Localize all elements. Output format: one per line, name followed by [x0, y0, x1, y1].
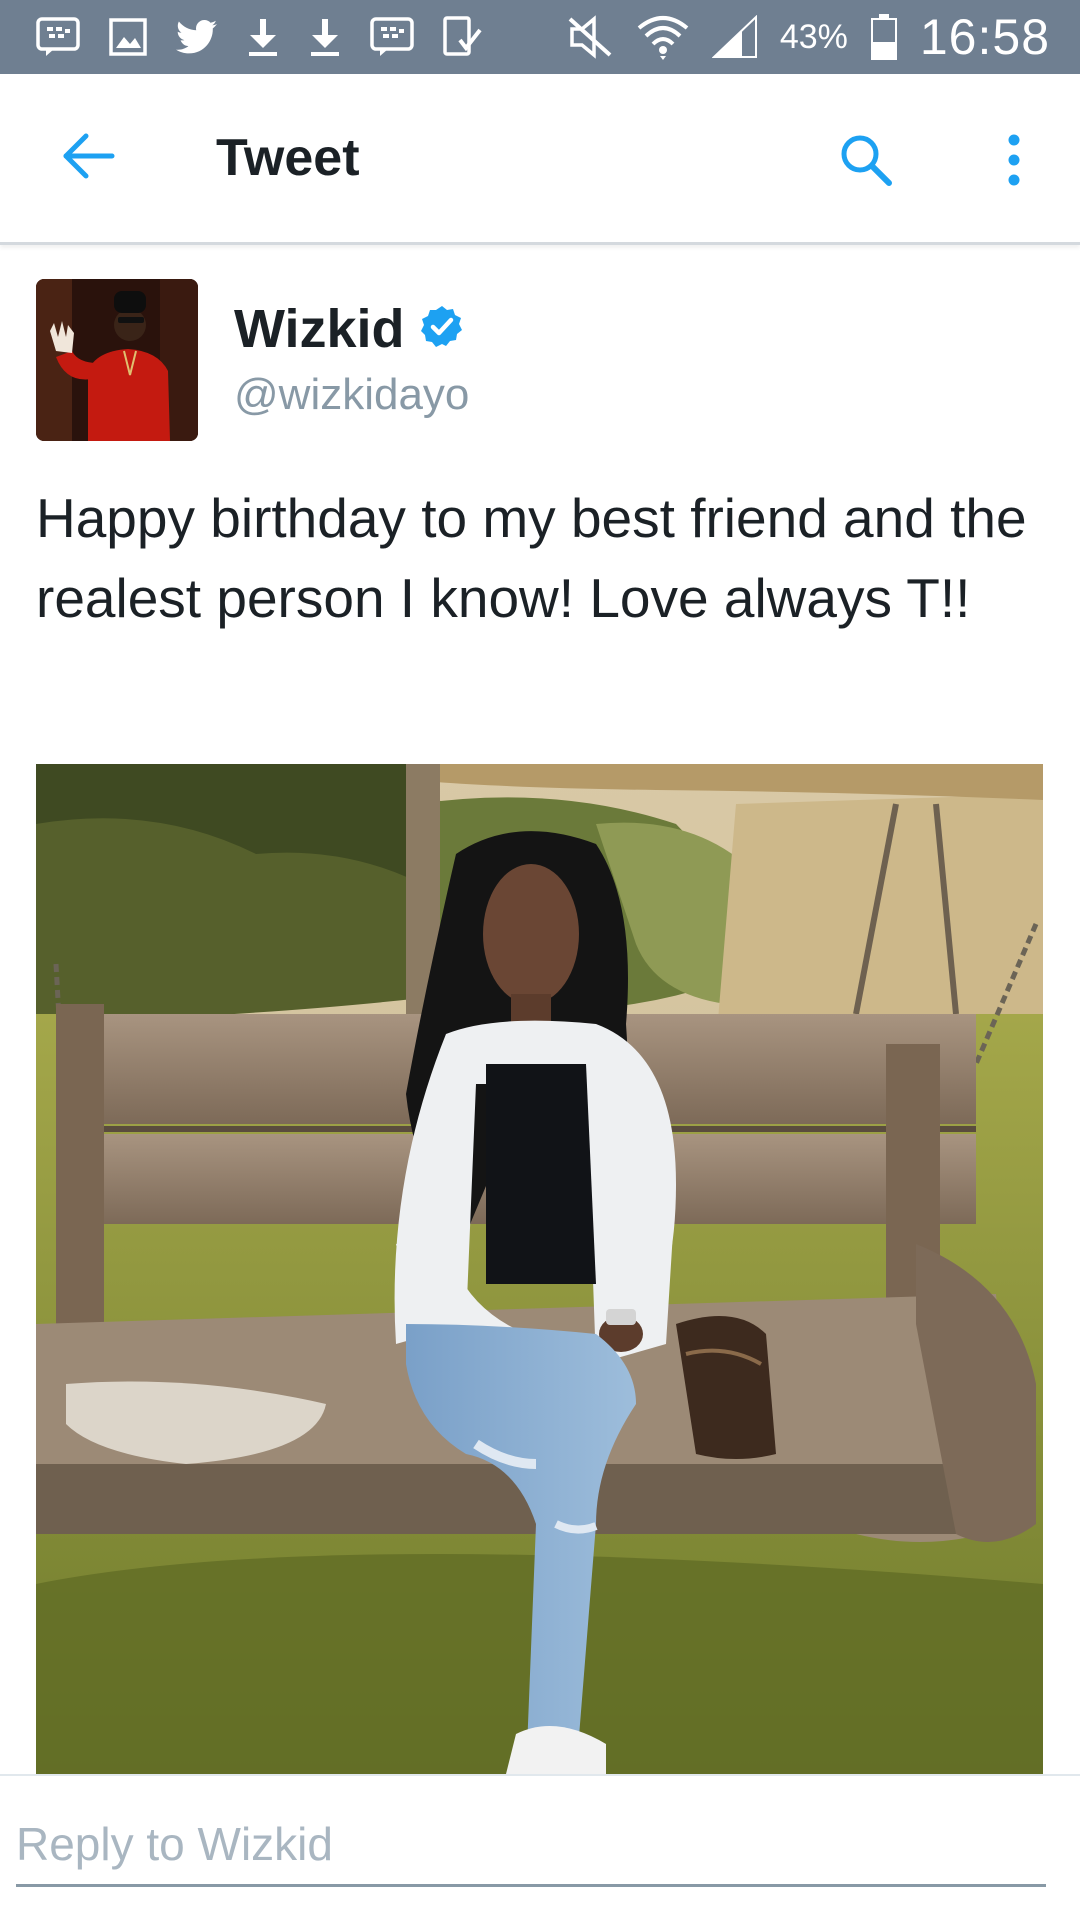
app-bar: Tweet	[0, 74, 1080, 245]
search-button[interactable]	[826, 122, 906, 202]
notification-icons	[36, 12, 482, 62]
reply-bar	[0, 1774, 1080, 1922]
reply-input[interactable]	[16, 1804, 1046, 1887]
screen-mirror-icon	[442, 16, 482, 58]
tweet-photo[interactable]	[36, 764, 1043, 1774]
page-title: Tweet	[216, 129, 360, 187]
gallery-icon	[108, 17, 148, 57]
system-icons: 43% 16:58	[566, 0, 1050, 74]
arrow-left-icon	[60, 132, 116, 185]
battery-icon	[870, 13, 898, 61]
status-bar: 43% 16:58	[0, 0, 1080, 74]
more-vertical-icon	[1006, 134, 1022, 191]
twitter-bird-icon	[176, 19, 218, 55]
signal-icon	[711, 15, 758, 59]
wifi-icon	[636, 12, 690, 62]
author-name-row: Wizkid	[234, 296, 465, 362]
download-icon	[246, 17, 280, 57]
overflow-menu-button[interactable]	[982, 122, 1046, 202]
search-icon	[838, 132, 894, 193]
back-button[interactable]	[48, 124, 128, 192]
mute-icon	[566, 15, 614, 59]
clock: 16:58	[919, 9, 1050, 65]
verified-badge-icon	[419, 304, 465, 355]
author-name[interactable]: Wizkid	[234, 298, 405, 360]
bbm-icon	[370, 17, 414, 57]
battery-percent: 43%	[779, 17, 848, 56]
download-icon	[308, 17, 342, 57]
avatar[interactable]	[36, 279, 198, 441]
tweet-text: Happy birthday to my best friend and the…	[36, 487, 1027, 629]
bbm-icon	[36, 17, 80, 57]
author-handle[interactable]: @wizkidayo	[234, 370, 469, 420]
